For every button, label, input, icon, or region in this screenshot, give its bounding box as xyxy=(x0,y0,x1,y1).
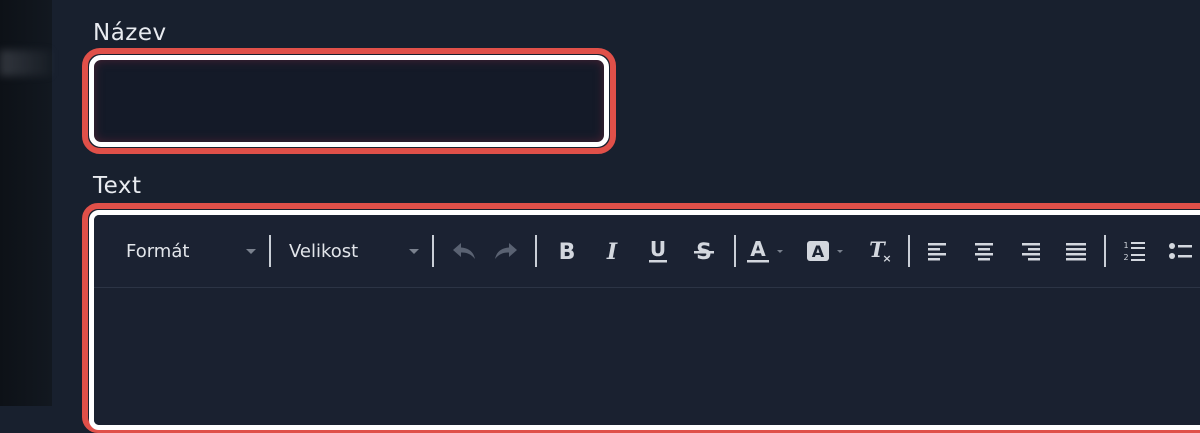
svg-text:2: 2 xyxy=(1123,253,1128,262)
toolbar-separator xyxy=(432,235,434,267)
bullet-list-icon xyxy=(1169,243,1192,259)
rich-text-editor[interactable]: Formát Velikost B I U A A T × 1 2 xyxy=(89,210,1200,430)
align-center-icon xyxy=(975,243,993,261)
editor-toolbar: Formát Velikost B I U A A T × 1 2 xyxy=(94,215,1200,288)
toolbar-separator xyxy=(734,235,736,267)
bullet-list-button[interactable] xyxy=(1162,235,1198,267)
redo-icon xyxy=(495,243,517,259)
chevron-down-icon xyxy=(409,248,419,254)
svg-text:1: 1 xyxy=(1123,241,1128,250)
italic-icon: I xyxy=(606,239,618,263)
name-label: Název xyxy=(93,20,167,46)
size-dropdown-label: Velikost xyxy=(289,240,359,262)
align-center-button[interactable] xyxy=(966,235,1002,267)
clear-formatting-icon: T × xyxy=(869,238,891,264)
undo-button[interactable] xyxy=(446,235,482,267)
ordered-list-button[interactable]: 1 2 xyxy=(1116,235,1152,267)
editor-content-area[interactable] xyxy=(94,288,1200,425)
align-right-button[interactable] xyxy=(1012,235,1048,267)
left-sidebar-edge xyxy=(0,0,52,406)
toolbar-separator xyxy=(535,235,537,267)
svg-text:×: × xyxy=(882,252,891,264)
chevron-down-icon xyxy=(246,248,256,254)
format-dropdown-label: Formát xyxy=(126,240,190,262)
underline-button[interactable]: U xyxy=(640,235,676,267)
strikethrough-button[interactable]: S xyxy=(686,235,722,267)
background-color-icon: A xyxy=(807,241,843,261)
align-left-icon xyxy=(928,243,946,261)
format-dropdown[interactable]: Formát xyxy=(126,233,256,269)
underline-icon: U xyxy=(649,238,667,263)
name-input[interactable] xyxy=(89,55,609,147)
background-color-button[interactable]: A xyxy=(804,235,852,267)
svg-text:A: A xyxy=(750,238,766,261)
text-color-icon: A xyxy=(747,238,783,263)
toolbar-separator xyxy=(1104,235,1106,267)
align-left-button[interactable] xyxy=(920,235,956,267)
svg-text:B: B xyxy=(559,240,576,263)
svg-text:A: A xyxy=(812,242,825,261)
redo-button[interactable] xyxy=(488,235,524,267)
text-color-button[interactable]: A xyxy=(744,235,792,267)
text-label: Text xyxy=(93,173,142,199)
svg-text:U: U xyxy=(650,238,666,261)
clear-formatting-button[interactable]: T × xyxy=(862,235,898,267)
italic-button[interactable]: I xyxy=(594,235,630,267)
align-justify-button[interactable] xyxy=(1058,235,1094,267)
strikethrough-icon: S xyxy=(694,240,714,263)
toolbar-separator xyxy=(269,235,271,267)
ordered-list-icon: 1 2 xyxy=(1123,241,1145,262)
sidebar-highlight xyxy=(0,50,52,76)
undo-icon xyxy=(453,243,475,259)
toolbar-separator xyxy=(908,235,910,267)
svg-text:I: I xyxy=(606,239,618,263)
align-right-icon xyxy=(1022,243,1040,261)
bold-button[interactable]: B xyxy=(549,235,585,267)
size-dropdown[interactable]: Velikost xyxy=(289,233,419,269)
align-justify-icon xyxy=(1066,243,1086,261)
bold-icon: B xyxy=(559,240,576,263)
